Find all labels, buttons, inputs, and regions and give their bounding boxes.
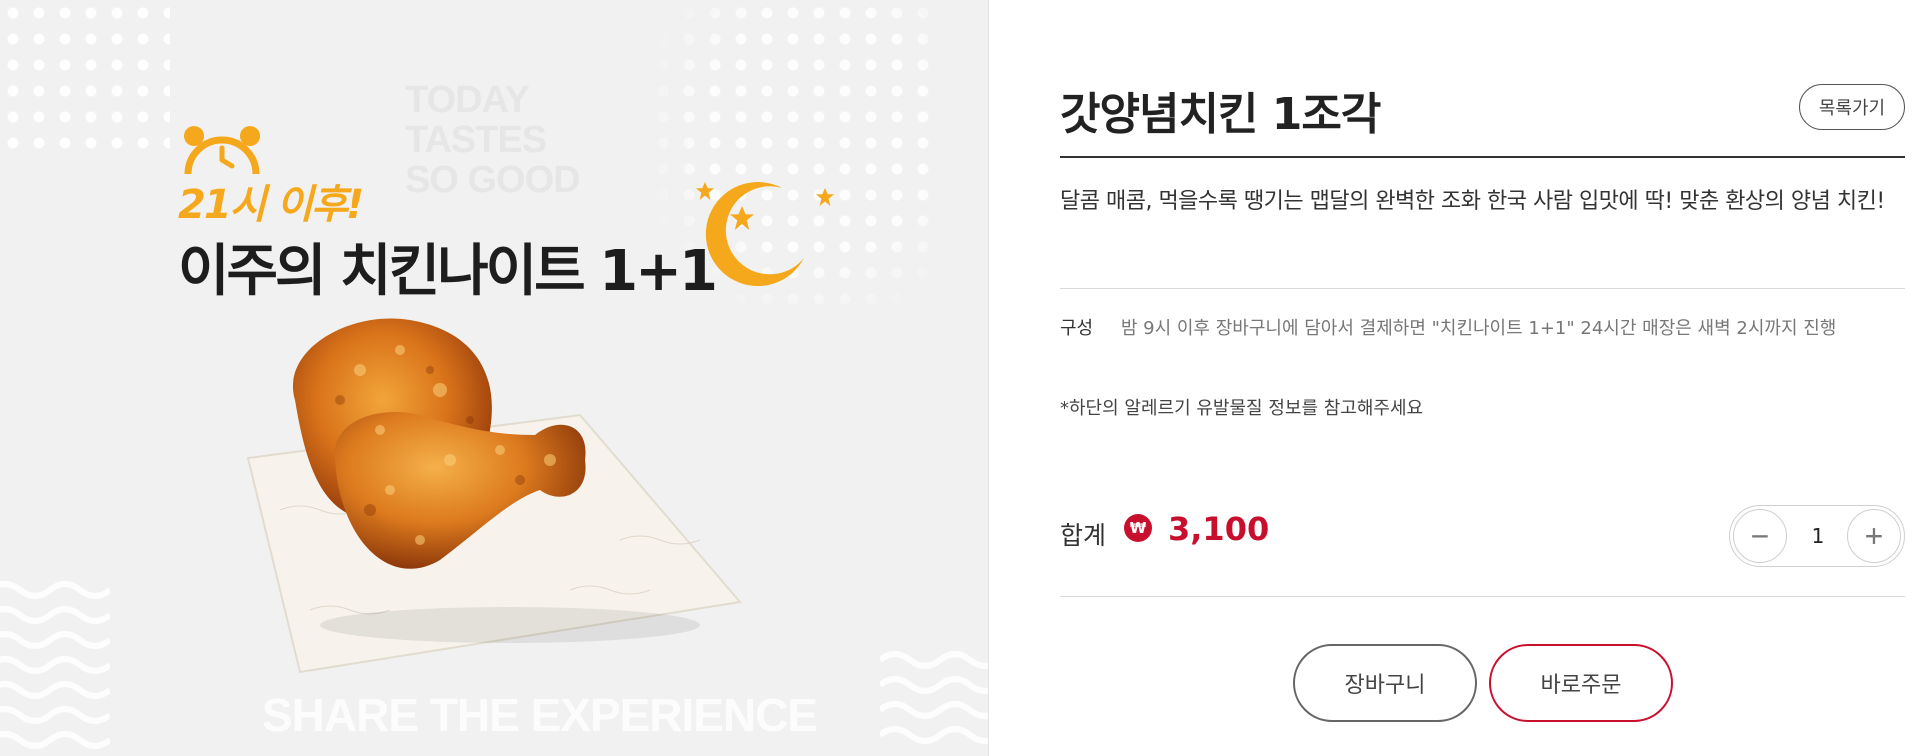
promo-banner: TODAY TASTES SO GOOD 21시 이후! 이주의 치킨나이트 1… xyxy=(0,0,988,756)
star-icon xyxy=(730,206,754,230)
star-icon xyxy=(696,182,714,200)
wave-pattern xyxy=(0,581,110,749)
promo-headline: 이주의 치킨나이트 1+1 xyxy=(178,239,718,304)
wave-pattern xyxy=(880,651,988,744)
decrease-quantity-button[interactable]: − xyxy=(1733,509,1787,563)
ghost-slogan: TODAY TASTES SO GOOD xyxy=(405,79,581,201)
allergy-note: *하단의 알레르기 유발물질 정보를 참고해주세요 xyxy=(1060,398,1424,419)
divider xyxy=(1060,156,1905,158)
product-detail: 갓양념치킨 1조각 목록가기 달콤 매콤, 먹을수록 땡기는 맵달의 완벽한 조… xyxy=(1060,0,1905,756)
divider xyxy=(1060,288,1905,289)
composition-row: 구성 밤 9시 이후 장바구니에 담아서 결제하면 "치킨나이트 1+1" 24… xyxy=(1060,314,1836,340)
composition-label: 구성 xyxy=(1060,318,1094,339)
back-to-list-button[interactable]: 목록가기 xyxy=(1799,84,1905,130)
ghost-slogan: SHARE THE EXPERIENCE xyxy=(262,689,818,741)
total-price: 3,100 xyxy=(1168,510,1270,548)
quantity-value: 1 xyxy=(1811,524,1825,548)
product-title: 갓양념치킨 1조각 xyxy=(1060,89,1381,140)
quantity-stepper: − 1 + xyxy=(1729,505,1905,567)
product-description: 달콤 매콤, 먹을수록 땡기는 맵달의 완벽한 조화 한국 사람 입맛에 딱! … xyxy=(1060,189,1885,214)
composition-text: 밤 9시 이후 장바구니에 담아서 결제하면 "치킨나이트 1+1" 24시간 … xyxy=(1120,318,1837,339)
increase-quantity-button[interactable]: + xyxy=(1847,509,1901,563)
alarm-clock-icon xyxy=(184,126,260,175)
promo-badge: 21시 이후! xyxy=(178,182,364,228)
add-to-cart-button[interactable]: 장바구니 xyxy=(1293,644,1477,722)
chicken-image xyxy=(246,318,742,674)
star-icon xyxy=(816,188,834,206)
dot-pattern xyxy=(0,0,170,150)
panel-divider xyxy=(988,0,989,756)
total-label: 합계 xyxy=(1060,521,1107,550)
divider xyxy=(1060,596,1905,597)
order-now-button[interactable]: 바로주문 xyxy=(1489,644,1673,722)
won-currency-icon: ₩ xyxy=(1124,514,1152,542)
